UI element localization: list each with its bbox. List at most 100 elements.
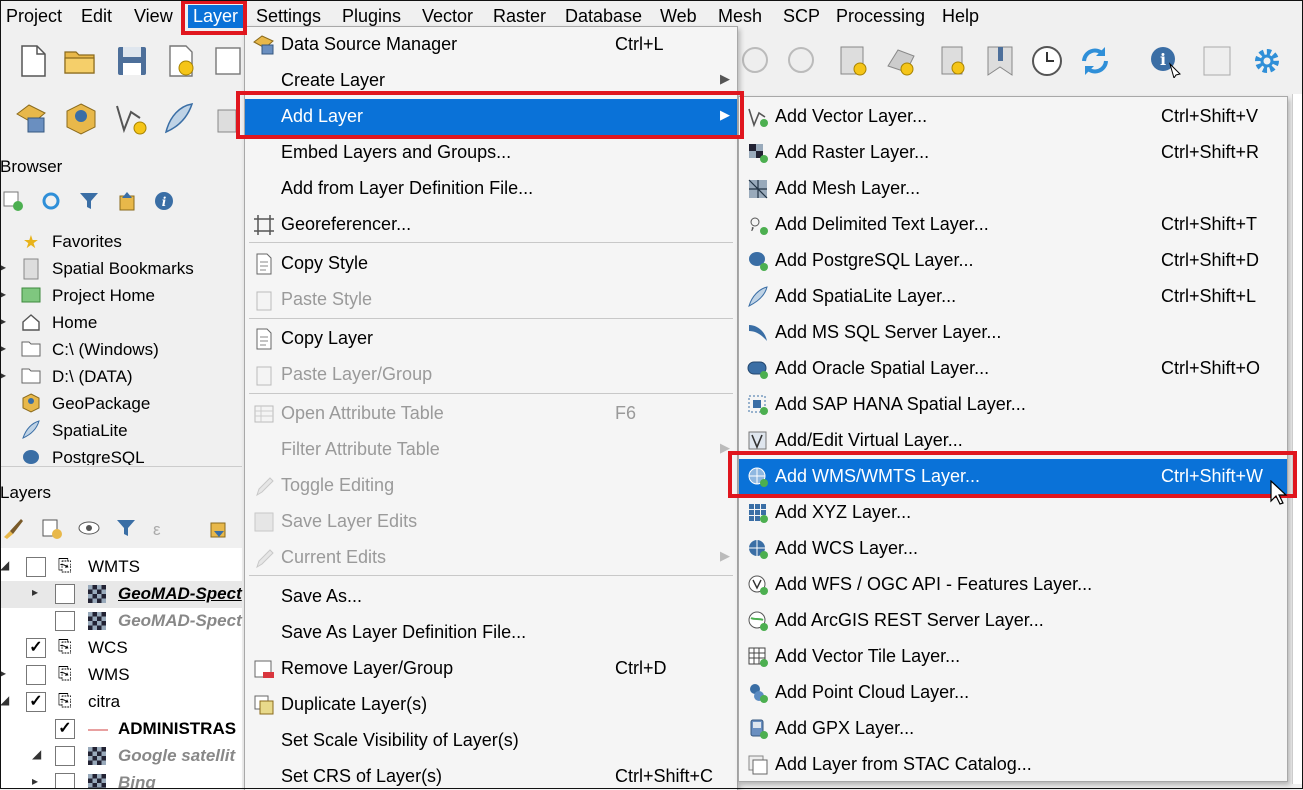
menu-vector[interactable]: Vector: [422, 6, 473, 27]
menu-item-current-edits[interactable]: Current Edits ▶: [245, 540, 737, 576]
layer-checkbox-checked[interactable]: ✓: [55, 719, 75, 739]
data-source-manager-icon[interactable]: [14, 102, 48, 136]
browser-item-project-home[interactable]: ▸ Project Home: [0, 283, 240, 310]
layer-checkbox[interactable]: [55, 746, 75, 766]
open-project-icon[interactable]: [63, 44, 97, 78]
eye-icon[interactable]: [78, 517, 102, 539]
refresh-browser-icon[interactable]: [40, 190, 62, 212]
menu-help[interactable]: Help: [942, 6, 979, 27]
layer-row-citra[interactable]: ◢ ✓ ⎘ citra: [0, 689, 242, 716]
temporal-controller-icon[interactable]: [1030, 44, 1064, 78]
filter-browser-icon[interactable]: [78, 190, 100, 212]
properties-icon[interactable]: i: [153, 190, 175, 212]
menu-edit[interactable]: Edit: [81, 6, 112, 27]
menu-item-add-wfs[interactable]: Add WFS / OGC API - Features Layer...: [739, 567, 1287, 603]
menu-item-add-mesh-layer[interactable]: Add Mesh Layer...: [739, 171, 1287, 207]
menu-item-save-as[interactable]: Save As...: [245, 579, 737, 615]
browser-item-home[interactable]: ▸ Home: [0, 310, 240, 337]
expand-arrow-icon[interactable]: ▸: [0, 260, 10, 274]
menu-plugins[interactable]: Plugins: [342, 6, 401, 27]
layer-checkbox[interactable]: [26, 557, 46, 577]
expand-arrow-icon[interactable]: ▸: [32, 585, 42, 599]
layer-row-wms[interactable]: ▸ ⎘ WMS: [0, 662, 242, 689]
menu-item-set-scale-visibility[interactable]: Set Scale Visibility of Layer(s): [245, 723, 737, 759]
menu-settings[interactable]: Settings: [256, 6, 321, 27]
new-spatialite-icon[interactable]: [162, 102, 196, 136]
layer-row-google-satellite[interactable]: ◢ Google satellit: [0, 743, 242, 770]
layer-checkbox-checked[interactable]: ✓: [26, 638, 46, 658]
expand-arrow-icon[interactable]: ▸: [32, 774, 42, 788]
layer-row-wmts[interactable]: ◢ ⎘ WMTS: [0, 554, 242, 581]
layer-checkbox[interactable]: [55, 773, 75, 789]
menu-item-add-raster-layer[interactable]: Add Raster Layer... Ctrl+Shift+R: [739, 135, 1287, 171]
menu-item-open-attribute-table[interactable]: Open Attribute Table F6: [245, 396, 737, 432]
gear-icon[interactable]: [1250, 44, 1284, 78]
browser-item-c-drive[interactable]: ▸ C:\ (Windows): [0, 337, 240, 364]
menu-item-data-source-manager[interactable]: Data Source Manager Ctrl+L: [245, 27, 737, 63]
layout-manager-icon[interactable]: [212, 44, 246, 78]
menu-raster[interactable]: Raster: [493, 6, 546, 27]
menu-item-add-mssql[interactable]: Add MS SQL Server Layer...: [739, 315, 1287, 351]
identify-icon[interactable]: i: [1148, 44, 1182, 78]
menu-item-duplicate-layer[interactable]: Duplicate Layer(s): [245, 687, 737, 723]
layer-checkbox[interactable]: [55, 584, 75, 604]
menu-item-copy-style[interactable]: Copy Style: [245, 246, 737, 282]
browser-item-favorites[interactable]: ★ Favorites: [0, 229, 240, 256]
menu-web[interactable]: Web: [660, 6, 697, 27]
zoom-next-icon[interactable]: [784, 44, 818, 78]
zoom-last-icon[interactable]: [738, 44, 772, 78]
browser-item-spatialite[interactable]: SpatiaLite: [0, 418, 240, 445]
browser-item-geopackage[interactable]: GeoPackage: [0, 391, 240, 418]
menu-item-add-spatialite[interactable]: Add SpatiaLite Layer... Ctrl+Shift+L: [739, 279, 1287, 315]
menu-item-remove-layer[interactable]: Remove Layer/Group Ctrl+D: [245, 651, 737, 687]
layer-checkbox[interactable]: [55, 611, 75, 631]
calculator-icon[interactable]: [1200, 44, 1234, 78]
layer-row-bing[interactable]: ▸ Bing: [0, 770, 242, 789]
expand-arrow-icon[interactable]: ▸: [0, 666, 10, 680]
expand-arrow-icon[interactable]: ▸: [0, 341, 10, 355]
menu-item-add-vector-tile[interactable]: Add Vector Tile Layer...: [739, 639, 1287, 675]
collapse-arrow-icon[interactable]: ◢: [0, 558, 10, 572]
menu-item-add-wcs[interactable]: Add WCS Layer...: [739, 531, 1287, 567]
menu-item-add-vector-layer[interactable]: Add Vector Layer... Ctrl+Shift+V: [739, 99, 1287, 135]
expand-arrow-icon[interactable]: ▸: [0, 368, 10, 382]
menu-item-add-hana[interactable]: Add SAP HANA Spatial Layer...: [739, 387, 1287, 423]
new-geopackage-icon[interactable]: [64, 102, 98, 136]
menu-item-add-oracle[interactable]: Add Oracle Spatial Layer... Ctrl+Shift+O: [739, 351, 1287, 387]
expand-all-icon[interactable]: [208, 517, 230, 539]
menu-item-toggle-editing[interactable]: Toggle Editing: [245, 468, 737, 504]
menu-item-paste-style[interactable]: Paste Style: [245, 282, 737, 318]
collapse-arrow-icon[interactable]: ◢: [0, 693, 10, 707]
menu-project[interactable]: Project: [6, 6, 62, 27]
layer-row-wcs[interactable]: ✓ ⎘ WCS: [0, 635, 242, 662]
expand-arrow-icon[interactable]: ▸: [0, 287, 10, 301]
collapse-all-icon[interactable]: [116, 190, 138, 212]
new-bookmark-icon[interactable]: [836, 44, 870, 78]
menu-item-paste-layer[interactable]: Paste Layer/Group: [245, 357, 737, 393]
filter-legend-icon[interactable]: [115, 517, 139, 539]
spatial-bookmark-icon[interactable]: [936, 44, 970, 78]
layer-checkbox-checked[interactable]: ✓: [26, 692, 46, 712]
menu-item-filter-attribute-table[interactable]: Filter Attribute Table ▶: [245, 432, 737, 468]
collapse-arrow-icon[interactable]: ◢: [32, 747, 42, 761]
menu-processing[interactable]: Processing: [836, 6, 925, 27]
refresh-icon[interactable]: [1078, 44, 1112, 78]
menu-item-save-as-definition[interactable]: Save As Layer Definition File...: [245, 615, 737, 651]
layer-row-geomad-1[interactable]: ▸ GeoMAD-Spect: [0, 581, 242, 608]
menu-item-save-layer-edits[interactable]: Save Layer Edits: [245, 504, 737, 540]
menu-item-embed-layers[interactable]: Embed Layers and Groups...: [245, 135, 737, 171]
expand-arrow-icon[interactable]: ▸: [0, 314, 10, 328]
new-project-icon[interactable]: [16, 44, 50, 78]
menu-item-add-postgresql[interactable]: Add PostgreSQL Layer... Ctrl+Shift+D: [739, 243, 1287, 279]
menu-item-add-xyz[interactable]: Add XYZ Layer...: [739, 495, 1287, 531]
menu-item-add-arcgis-rest[interactable]: Add ArcGIS REST Server Layer...: [739, 603, 1287, 639]
menu-item-georeferencer[interactable]: Georeferencer...: [245, 207, 737, 243]
panel-splitter[interactable]: [0, 466, 242, 472]
layer-row-administras[interactable]: ✓ ADMINISTRAS: [0, 716, 242, 743]
menu-view[interactable]: View: [134, 6, 173, 27]
menu-item-add-stac[interactable]: Add Layer from STAC Catalog...: [739, 747, 1287, 783]
menu-mesh[interactable]: Mesh: [718, 6, 762, 27]
menu-database[interactable]: Database: [565, 6, 642, 27]
save-project-icon[interactable]: [115, 44, 149, 78]
menu-item-add-point-cloud[interactable]: Add Point Cloud Layer...: [739, 675, 1287, 711]
